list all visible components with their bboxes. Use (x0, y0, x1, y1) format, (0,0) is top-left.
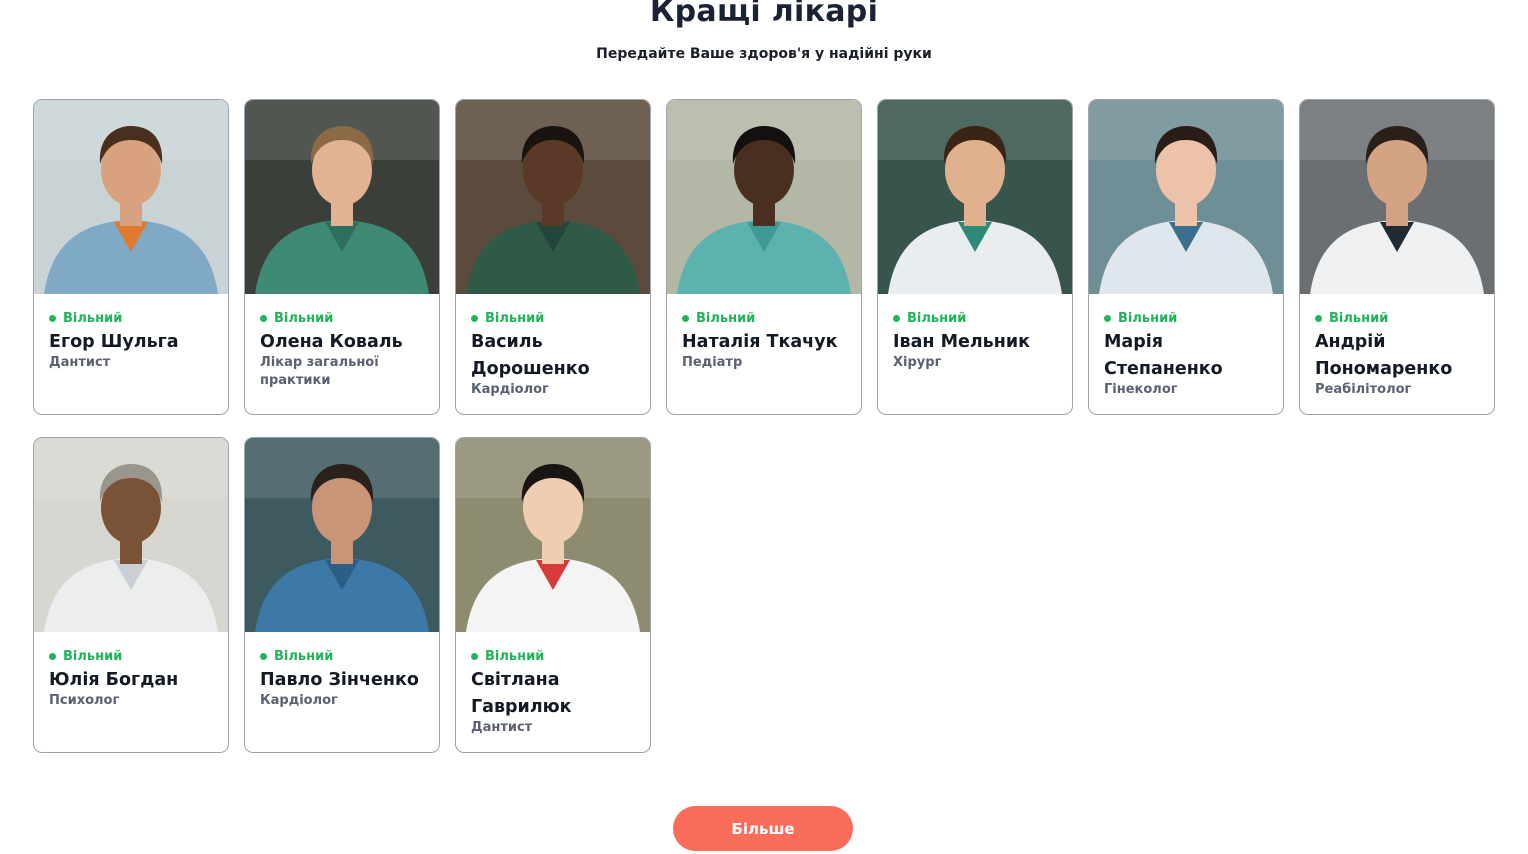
doctor-card[interactable]: Вільний Наталія Ткачук Педіатр (666, 99, 862, 415)
doctor-photo (456, 100, 650, 294)
doctor-card[interactable]: Вільний Олена Коваль Лікар загальної пра… (244, 99, 440, 415)
doctor-photo (667, 100, 861, 294)
status-badge: Вільний (1315, 309, 1484, 327)
more-button[interactable]: Більше (673, 806, 853, 851)
doctor-card[interactable]: Вільний Марія Степаненко Гінеколог (1088, 99, 1284, 415)
doctor-name[interactable]: Марія Степаненко (1104, 329, 1273, 383)
status-badge: Вільний (49, 309, 218, 327)
status-badge: Вільний (49, 647, 218, 665)
doctor-name[interactable]: Егор Шульга (49, 329, 218, 356)
doctor-specialty: Гінеколог (1104, 382, 1178, 397)
status-label: Вільний (485, 310, 545, 326)
page-title: Кращі лікарі (649, 0, 879, 29)
doctor-specialty: Дантист (49, 355, 111, 370)
doctor-specialty: Кардіолог (260, 693, 338, 708)
status-label: Вільний (1329, 310, 1389, 326)
status-dot-icon (49, 652, 56, 660)
doctor-card[interactable]: Вільний Іван Мельник Хірург (877, 99, 1073, 415)
status-label: Вільний (274, 648, 334, 664)
status-badge: Вільний (260, 309, 429, 327)
doctor-photo (1300, 100, 1494, 294)
doctor-name[interactable]: Наталія Ткачук (682, 329, 851, 356)
doctor-name[interactable]: Павло Зінченко (260, 667, 429, 694)
doctor-card[interactable]: Вільний Юлія Богдан Психолог (33, 437, 229, 753)
status-label: Вільний (63, 648, 123, 664)
status-dot-icon (260, 652, 267, 660)
status-badge: Вільний (1104, 309, 1273, 327)
status-badge: Вільний (260, 647, 429, 665)
doctor-name[interactable]: Олена Коваль (260, 329, 429, 356)
doctor-photo (245, 438, 439, 632)
status-badge: Вільний (682, 309, 851, 327)
doctor-photo (878, 100, 1072, 294)
doctor-specialty: Дантист (471, 720, 533, 735)
status-label: Вільний (1118, 310, 1178, 326)
status-label: Вільний (485, 648, 545, 664)
status-badge: Вільний (471, 309, 640, 327)
doctor-photo (34, 438, 228, 632)
status-dot-icon (1104, 314, 1111, 322)
doctor-specialty: Психолог (49, 693, 120, 708)
doctor-name[interactable]: Андрій Пономаренко (1315, 329, 1484, 383)
doctor-photo (34, 100, 228, 294)
doctor-specialty: Хірург (893, 355, 942, 370)
doctor-card[interactable]: Вільний Світлана Гаврилюк Дантист (455, 437, 651, 753)
doctor-photo (245, 100, 439, 294)
doctor-photo (1089, 100, 1283, 294)
page-subtitle: Передайте Ваше здоров'я у надійні руки (596, 46, 932, 62)
status-dot-icon (49, 314, 56, 322)
doctor-card[interactable]: Вільний Павло Зінченко Кардіолог (244, 437, 440, 753)
status-dot-icon (682, 314, 689, 322)
status-dot-icon (260, 314, 267, 322)
doctor-card[interactable]: Вільний Андрій Пономаренко Реабілітолог (1299, 99, 1495, 415)
doctor-specialty: Реабілітолог (1315, 382, 1412, 397)
status-label: Вільний (907, 310, 967, 326)
doctor-card[interactable]: Вільний Василь Дорошенко Кардіолог (455, 99, 651, 415)
status-badge: Вільний (471, 647, 640, 665)
doctor-name[interactable]: Іван Мельник (893, 329, 1062, 356)
status-dot-icon (471, 314, 478, 322)
status-dot-icon (893, 314, 900, 322)
doctor-photo (456, 438, 650, 632)
status-dot-icon (471, 652, 478, 660)
status-dot-icon (1315, 314, 1322, 322)
doctor-specialty: Педіатр (682, 355, 743, 370)
status-badge: Вільний (893, 309, 1062, 327)
doctor-specialty: Кардіолог (471, 382, 549, 397)
status-label: Вільний (274, 310, 334, 326)
doctor-specialty: Лікар загальної практики (260, 355, 379, 388)
doctor-name[interactable]: Василь Дорошенко (471, 329, 640, 383)
status-label: Вільний (696, 310, 756, 326)
doctor-name[interactable]: Світлана Гаврилюк (471, 667, 640, 721)
doctor-name[interactable]: Юлія Богдан (49, 667, 218, 694)
doctor-card[interactable]: Вільний Егор Шульга Дантист (33, 99, 229, 415)
status-label: Вільний (63, 310, 123, 326)
